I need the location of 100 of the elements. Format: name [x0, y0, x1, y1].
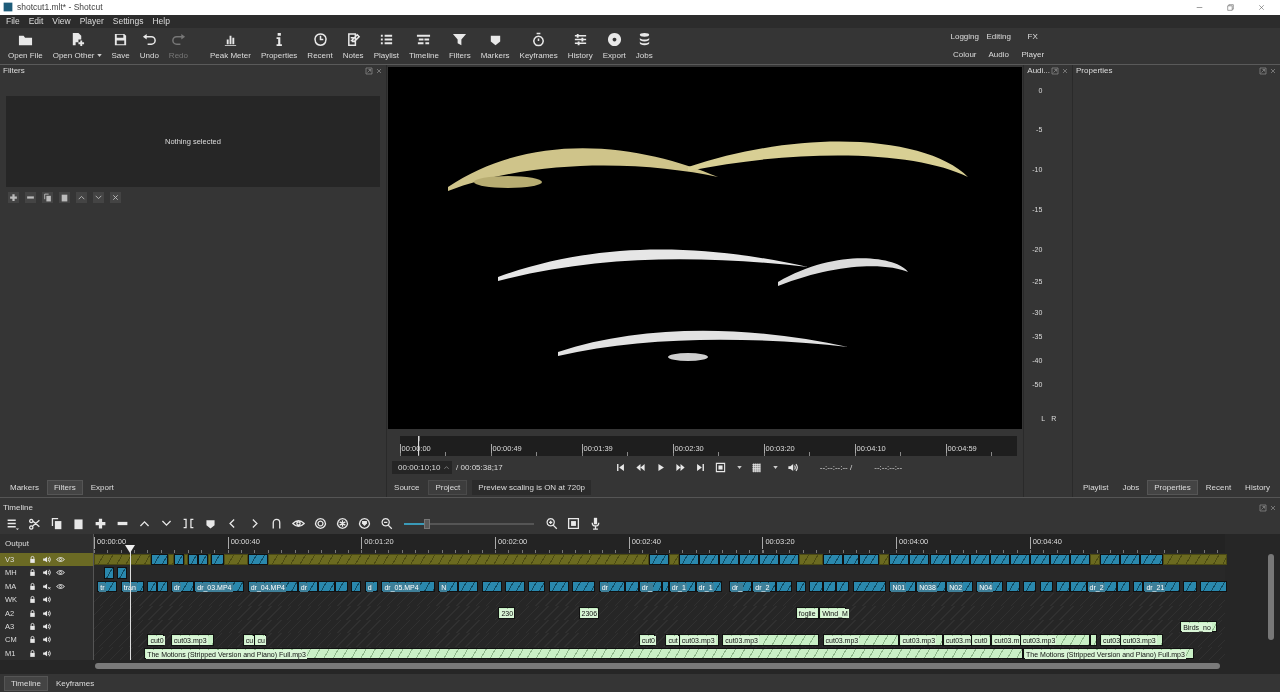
- tab[interactable]: Filters: [46, 480, 83, 496]
- video-clip[interactable]: [718, 553, 739, 566]
- toolbar-button[interactable]: Open File: [3, 31, 48, 60]
- video-clip[interactable]: [481, 580, 502, 592]
- video-clip[interactable]: [1116, 580, 1130, 592]
- toolbar-button[interactable]: Jobs: [630, 31, 658, 60]
- grid-icon[interactable]: [750, 462, 762, 474]
- undock-icon[interactable]: [1259, 66, 1267, 75]
- layout-button[interactable]: Logging: [950, 32, 979, 42]
- zoom-in-icon[interactable]: [545, 517, 558, 531]
- video-clip[interactable]: [909, 553, 930, 566]
- toolbar-button[interactable]: Save: [106, 31, 135, 60]
- speaker-icon[interactable]: [42, 621, 51, 631]
- color-clip[interactable]: [879, 553, 890, 566]
- rewind-icon[interactable]: [634, 462, 646, 474]
- video-clip[interactable]: [157, 580, 168, 592]
- menu-item[interactable]: Edit: [28, 16, 44, 27]
- toolbar-button[interactable]: Open Other: [47, 31, 107, 60]
- speaker-icon[interactable]: [42, 568, 51, 578]
- video-clip[interactable]: [1056, 580, 1070, 592]
- video-clip[interactable]: [698, 553, 719, 566]
- color-clip[interactable]: [184, 553, 188, 566]
- lock-icon[interactable]: [28, 621, 37, 631]
- video-clip[interactable]: [505, 580, 526, 592]
- toolbar-button[interactable]: Keyframes: [514, 31, 563, 60]
- video-clip[interactable]: [571, 580, 596, 592]
- toolbar-button[interactable]: Export: [597, 31, 631, 60]
- ripple-icon[interactable]: [314, 517, 327, 531]
- video-clip[interactable]: [662, 580, 669, 592]
- menu-item[interactable]: Help: [152, 16, 170, 27]
- speaker-icon[interactable]: [42, 608, 51, 618]
- layout-button[interactable]: Audio: [988, 50, 1009, 60]
- muted-speaker-icon[interactable]: [42, 581, 51, 591]
- color-clip[interactable]: [1089, 553, 1100, 566]
- video-clip[interactable]: [104, 567, 115, 579]
- eye-icon[interactable]: [56, 568, 65, 578]
- tab[interactable]: Project: [428, 480, 468, 496]
- video-clip[interactable]: [351, 580, 362, 592]
- video-clip[interactable]: [739, 553, 760, 566]
- video-clip[interactable]: [779, 553, 800, 566]
- menu-item[interactable]: View: [52, 16, 71, 27]
- video-clip[interactable]: [1029, 553, 1050, 566]
- lock-icon[interactable]: [28, 568, 37, 578]
- video-clip[interactable]: [1200, 580, 1227, 592]
- move-up-icon[interactable]: [76, 191, 87, 203]
- split-icon[interactable]: [182, 517, 195, 531]
- tab[interactable]: Export: [84, 481, 120, 495]
- menu-item[interactable]: Player: [79, 16, 104, 27]
- color-clip[interactable]: [94, 553, 151, 566]
- video-clip[interactable]: [1069, 580, 1087, 592]
- layout-button[interactable]: Editing: [986, 32, 1011, 42]
- scrollbar[interactable]: [1268, 553, 1274, 640]
- video-clip[interactable]: [889, 553, 910, 566]
- eye-icon[interactable]: [56, 554, 65, 564]
- video-clip[interactable]: [835, 580, 850, 592]
- speaker-icon[interactable]: [42, 635, 51, 645]
- close-icon[interactable]: [110, 191, 121, 203]
- add-icon[interactable]: [8, 191, 19, 203]
- copy-icon[interactable]: [42, 191, 53, 203]
- marker-icon[interactable]: [204, 517, 217, 531]
- layout-button[interactable]: Player: [1021, 50, 1045, 60]
- cut-icon[interactable]: [28, 517, 41, 531]
- video-clip[interactable]: [147, 580, 158, 592]
- video-clip[interactable]: [334, 580, 348, 592]
- toolbar-button[interactable]: Undo: [134, 31, 164, 60]
- toolbar-button[interactable]: Peak Meter: [205, 31, 256, 60]
- color-clip[interactable]: [1163, 553, 1227, 566]
- close-icon[interactable]: [1257, 2, 1266, 12]
- menu-item[interactable]: File: [6, 16, 20, 27]
- video-clip[interactable]: [795, 580, 806, 592]
- speaker-icon[interactable]: [42, 595, 51, 605]
- layout-button[interactable]: FX: [1027, 32, 1038, 42]
- video-clip[interactable]: [317, 580, 335, 592]
- magnet-icon[interactable]: [270, 517, 283, 531]
- video-clip[interactable]: [648, 553, 669, 566]
- skip-end-icon[interactable]: [694, 462, 706, 474]
- lock-icon[interactable]: [28, 608, 37, 618]
- video-clip[interactable]: [1140, 553, 1164, 566]
- video-clip[interactable]: [1049, 553, 1070, 566]
- toolbar-button[interactable]: Timeline: [403, 31, 444, 60]
- undock-icon[interactable]: [1051, 66, 1060, 75]
- speaker-icon[interactable]: [42, 648, 51, 658]
- menu-item[interactable]: Settings: [112, 16, 144, 27]
- tab[interactable]: Playlist: [1077, 481, 1115, 495]
- video-clip[interactable]: [809, 580, 823, 592]
- paste-icon[interactable]: [72, 517, 85, 531]
- video-clip[interactable]: [1009, 553, 1030, 566]
- video-clip[interactable]: [929, 553, 950, 566]
- video-clip[interactable]: [989, 553, 1010, 566]
- video-clip[interactable]: [1023, 580, 1037, 592]
- video-clip[interactable]: [678, 553, 699, 566]
- video-clip[interactable]: [1006, 580, 1020, 592]
- video-clip[interactable]: [625, 580, 639, 592]
- color-clip[interactable]: [799, 553, 823, 566]
- undock-icon[interactable]: [1259, 503, 1267, 512]
- video-clip[interactable]: [174, 553, 185, 566]
- toolbar-button[interactable]: Filters: [443, 31, 476, 60]
- color-clip[interactable]: [668, 553, 679, 566]
- video-clip[interactable]: [822, 553, 843, 566]
- tab[interactable]: Markers: [4, 481, 45, 495]
